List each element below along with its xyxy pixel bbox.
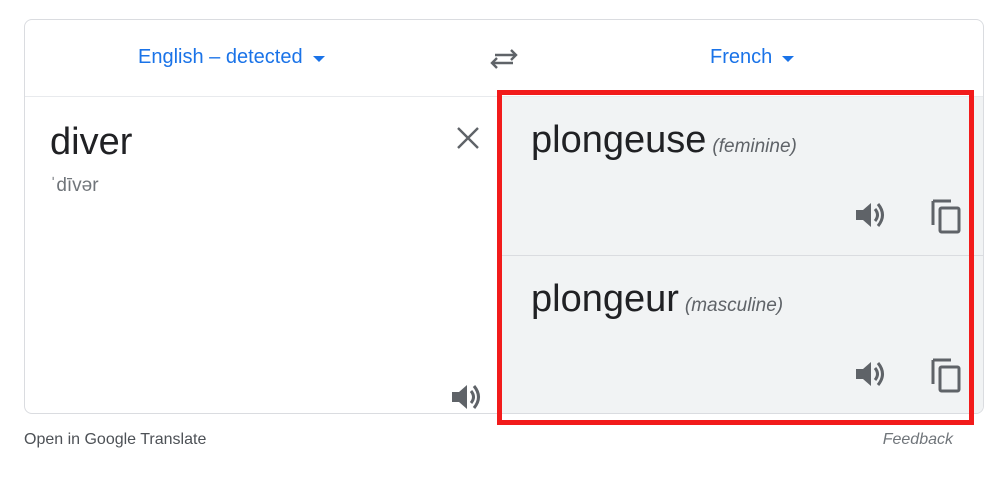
source-panel[interactable]: diver ˈdīvər — [25, 97, 499, 413]
feedback-link[interactable]: Feedback — [883, 431, 953, 449]
translation-text[interactable]: plongeur (masculine) — [531, 278, 783, 321]
copy-icon[interactable] — [929, 356, 963, 394]
speaker-icon[interactable] — [853, 358, 889, 390]
swap-languages-icon[interactable] — [487, 43, 521, 77]
speaker-icon[interactable] — [449, 381, 485, 413]
dropdown-caret-icon — [312, 56, 325, 62]
translation-item: plongeuse (feminine) — [499, 97, 983, 256]
clear-icon[interactable] — [453, 123, 483, 153]
target-language-selector[interactable]: French — [710, 46, 795, 69]
source-text[interactable]: diver — [50, 121, 132, 164]
source-phonetic: ˈdīvər — [50, 175, 99, 196]
speaker-icon[interactable] — [853, 199, 889, 231]
dropdown-caret-icon — [782, 56, 795, 62]
translation-panel: plongeuse(feminine) plongeur(masculine — [499, 97, 983, 413]
language-bar: English – detected French — [25, 20, 983, 97]
open-in-translate-link[interactable]: Open in Google Translate — [24, 431, 206, 449]
source-language-label: English – detected — [138, 46, 303, 68]
translation-word: plongeuse — [531, 119, 707, 161]
gender-label: (masculine) — [684, 295, 784, 316]
translation-word: plongeur — [531, 278, 679, 320]
target-language-label: French — [710, 46, 773, 68]
copy-icon[interactable] — [929, 197, 963, 235]
translate-card: English – detected French diver ˈdīvər p… — [24, 19, 984, 414]
source-language-selector[interactable]: English – detected — [138, 46, 325, 69]
translation-item: plongeur (masculine) — [499, 256, 983, 413]
translation-text[interactable]: plongeuse (feminine) — [531, 119, 797, 162]
gender-label: (feminine) — [712, 136, 797, 157]
